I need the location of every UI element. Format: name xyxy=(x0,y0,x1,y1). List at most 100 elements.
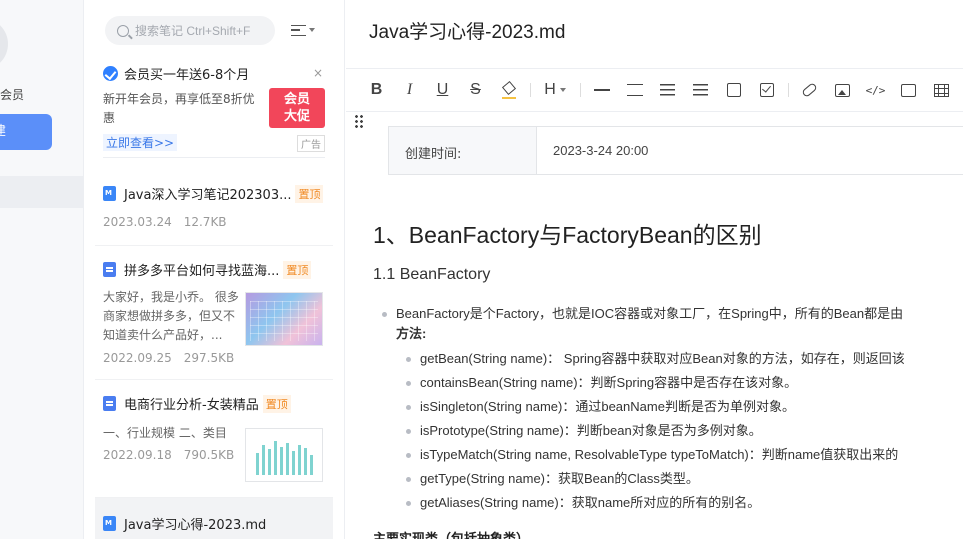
note-item-active[interactable]: Java学习心得-2023.md xyxy=(95,498,333,539)
metadata-table: 创建时间: 2023-3-24 20:00 xyxy=(388,126,963,175)
note-size: 790.5KB xyxy=(183,448,235,462)
method-list: getBean(String name)： Spring容器中获取对应Bean对… xyxy=(382,347,963,515)
bullet-list-icon xyxy=(660,84,675,96)
bullet-list-button[interactable] xyxy=(651,78,684,102)
document-title[interactable]: Java学习心得-2023.md xyxy=(369,17,565,44)
heading-1[interactable]: 1、BeanFactory与FactoryBean的区别 xyxy=(373,216,762,250)
note-excerpt: 一、行业规模 二、类目 xyxy=(103,426,227,440)
chevron-down-icon xyxy=(559,88,566,92)
pin-badge: 置顶 xyxy=(295,184,324,203)
note-thumbnail xyxy=(245,428,323,482)
method-item[interactable]: containsBean(String name)：判断Spring容器中是否存… xyxy=(382,371,963,395)
table-button[interactable] xyxy=(925,78,958,102)
toolbar-divider xyxy=(525,78,535,102)
checkbox-button[interactable] xyxy=(717,78,750,102)
chevron-down-icon xyxy=(309,28,315,32)
member-label[interactable]: 会员 xyxy=(0,86,24,103)
note-title-row: 电商行业分析-女装精品 置顶 xyxy=(103,394,291,413)
heading-2[interactable]: 1.1 BeanFactory xyxy=(373,266,490,284)
highlight-button[interactable] xyxy=(492,78,525,102)
ad-tag: 广告 xyxy=(297,135,325,152)
note-title-row: 拼多多平台如何寻找蓝海... 置顶 xyxy=(103,260,312,279)
note-title-row: Java学习心得-2023.md xyxy=(103,514,266,533)
note-title: Java学习心得-2023.md xyxy=(124,518,267,533)
heading-label: H xyxy=(544,81,556,98)
italic-button[interactable]: I xyxy=(393,78,426,102)
numbered-list-button[interactable] xyxy=(684,78,717,102)
method-item[interactable]: getType(String name)：获取Bean的Class类型。 xyxy=(382,467,963,491)
note-title-row: Java深入学习笔记202303... 置顶 xyxy=(103,184,324,203)
note-item[interactable]: Java深入学习笔记202303... 置顶 2023.03.24 12.7KB xyxy=(95,170,333,246)
ad-image-text: 会员 大促 xyxy=(283,92,310,124)
ad-image[interactable]: 会员 大促 xyxy=(269,88,325,128)
pin-badge: 置顶 xyxy=(262,394,291,413)
inline-code-button[interactable]: </> xyxy=(859,78,892,102)
note-size: 12.7KB xyxy=(183,215,227,229)
sort-button[interactable] xyxy=(291,20,323,40)
note-title: 电商行业分析-女装精品 xyxy=(124,398,259,413)
new-note-button[interactable]: 建 xyxy=(0,114,52,150)
ad-link[interactable]: 立即查看>> xyxy=(103,134,178,151)
bullet-item[interactable]: BeanFactory是个Factory，也就是IOC容器或对象工厂，在Spri… xyxy=(382,304,963,324)
note-size: 297.5KB xyxy=(183,351,235,365)
numbered-list-icon xyxy=(693,84,708,96)
strikethrough-button[interactable]: S xyxy=(459,78,492,102)
ad-title[interactable]: 会员买一年送6-8个月 xyxy=(103,64,249,83)
note-item[interactable]: 拼多多平台如何寻找蓝海... 置顶 大家好，我是小乔。 很多商家想做拼多多，但又… xyxy=(95,246,333,380)
method-item[interactable]: getBean(String name)： Spring容器中获取对应Bean对… xyxy=(382,347,963,371)
task-list-button[interactable] xyxy=(750,78,783,102)
created-time-value[interactable]: 2023-3-24 20:00 xyxy=(537,127,963,174)
sidebar-active-item[interactable] xyxy=(0,176,83,208)
toolbar-divider xyxy=(783,78,793,102)
note-item[interactable]: 电商行业分析-女装精品 置顶 一、行业规模 二、类目 2022.09.18 790… xyxy=(95,380,333,498)
code-block-button[interactable] xyxy=(892,78,925,102)
table-icon xyxy=(934,83,949,97)
bold-button[interactable]: B xyxy=(360,78,393,102)
note-excerpt: 大家好，我是小乔。 很多商家想做拼多多，但又不知道卖什么产品好，... xyxy=(103,290,239,342)
editor-toolbar: B I U S H </> xyxy=(346,68,963,112)
search-input[interactable] xyxy=(135,23,265,38)
method-item[interactable]: getAliases(String name)：获取name所对应的所有的别名。 xyxy=(382,491,963,515)
ad-banner[interactable]: 会员买一年送6-8个月 × 新开年会员，再享低至8折优惠 会员 大促 立即查看>… xyxy=(103,62,325,158)
note-date: 2023.03.24 xyxy=(103,215,172,229)
heading-dropdown[interactable]: H xyxy=(535,78,575,102)
horizontal-rule-button[interactable] xyxy=(585,78,618,102)
note-list-panel: 会员买一年送6-8个月 × 新开年会员，再享低至8折优惠 会员 大促 立即查看>… xyxy=(85,0,345,539)
toolbar-divider xyxy=(575,78,585,102)
note-date: 2022.09.25 xyxy=(103,351,172,365)
code-block-icon xyxy=(901,83,916,97)
ad-description: 新开年会员，再享低至8折优惠 xyxy=(103,92,255,125)
created-time-label: 创建时间: xyxy=(389,127,537,174)
section-heading[interactable]: 主要实现类（包括抽象类） xyxy=(373,528,529,539)
doc-file-icon xyxy=(103,396,116,411)
avatar[interactable] xyxy=(0,18,8,70)
note-meta: 2023.03.24 12.7KB xyxy=(103,215,227,229)
md-file-icon xyxy=(103,516,116,531)
note-meta: 2022.09.18 790.5KB xyxy=(103,448,234,462)
vip-badge-icon xyxy=(103,66,118,81)
method-item[interactable]: isTypeMatch(String name, ResolvableType … xyxy=(382,443,963,467)
left-sidebar: 会员 建 xyxy=(0,0,84,539)
note-thumbnail xyxy=(245,292,323,346)
link-icon xyxy=(801,82,818,98)
bullet-subtitle[interactable]: 方法: xyxy=(382,324,963,344)
link-button[interactable] xyxy=(793,78,826,102)
underline-button[interactable]: U xyxy=(426,78,459,102)
ad-title-text: 会员买一年送6-8个月 xyxy=(124,68,250,83)
highlighter-icon xyxy=(501,80,516,96)
note-date: 2022.09.18 xyxy=(103,448,172,462)
drag-handle-icon[interactable] xyxy=(354,114,364,130)
code-icon: </> xyxy=(865,83,886,97)
note-title: Java深入学习笔记202303... xyxy=(124,188,292,203)
pin-badge: 置顶 xyxy=(283,260,312,279)
bullet-list: BeanFactory是个Factory，也就是IOC容器或对象工厂，在Spri… xyxy=(382,304,963,515)
quote-button[interactable] xyxy=(618,78,651,102)
search-box[interactable] xyxy=(105,16,275,45)
close-icon[interactable]: × xyxy=(313,66,323,80)
method-item[interactable]: isSingleton(String name)：通过beanName判断是否为… xyxy=(382,395,963,419)
image-button[interactable] xyxy=(826,78,859,102)
method-item[interactable]: isPrototype(String name)：判断bean对象是否为多例对象… xyxy=(382,419,963,443)
quote-icon xyxy=(626,84,643,96)
doc-file-icon xyxy=(103,262,116,277)
checked-box-icon xyxy=(759,83,774,97)
